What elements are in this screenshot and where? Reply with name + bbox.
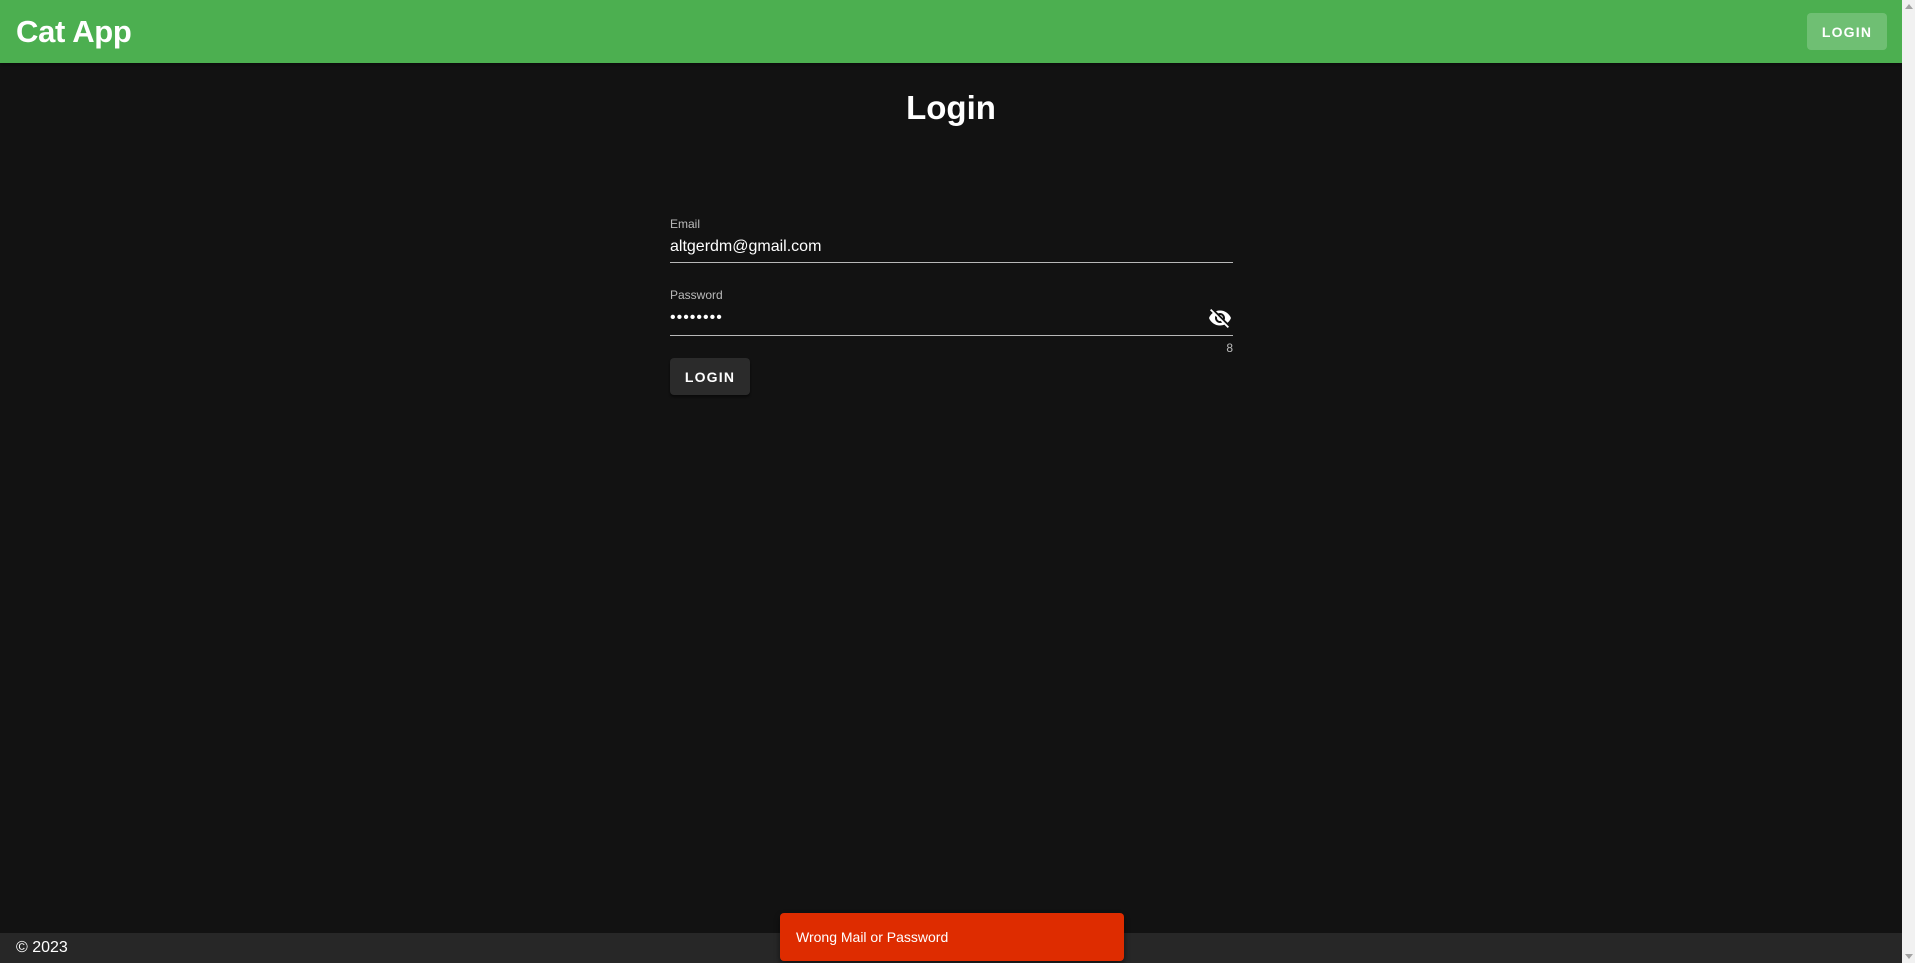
email-label: Email [670,217,701,231]
scroll-down-arrow-icon[interactable] [1905,954,1913,959]
eye-off-icon [1208,306,1232,333]
email-input[interactable] [670,235,1233,259]
header-login-button[interactable]: LOGIN [1807,13,1887,50]
password-char-counter: 8 [1226,341,1233,355]
main-content: Login Email Password 8 [0,63,1902,933]
password-field: Password [670,288,1233,336]
page-title: Login [906,89,996,126]
email-underline [670,262,1233,263]
page-scrollbar[interactable] [1902,0,1915,963]
password-visibility-toggle[interactable] [1207,306,1233,332]
copyright-text: © 2023 [16,939,68,956]
scroll-up-arrow-icon[interactable] [1905,4,1913,9]
error-snackbar: Wrong Mail or Password [780,913,1124,961]
login-form: Email Password 8 LOGIN [670,215,1233,395]
app-title: Cat App [16,13,132,49]
app-bar: Cat App LOGIN [0,0,1902,63]
email-field: Email [670,217,1233,264]
password-label: Password [670,288,723,302]
password-input[interactable] [670,306,1190,330]
snackbar-message: Wrong Mail or Password [796,929,949,945]
password-underline [670,335,1233,336]
app-root: Cat App LOGIN Login Email Password [0,0,1915,963]
login-submit-button[interactable]: LOGIN [670,358,750,395]
